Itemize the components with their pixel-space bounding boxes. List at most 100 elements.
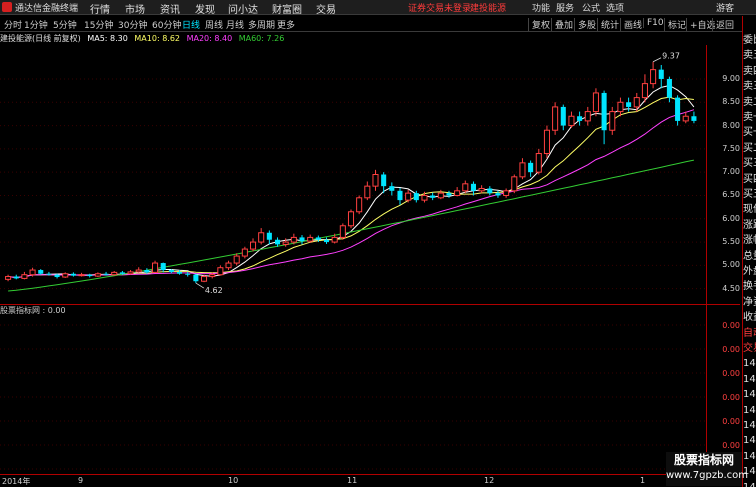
quote-field-label: 买四 (743, 173, 756, 185)
candle-body-down (266, 232, 272, 240)
period-multi[interactable]: 多周期 (248, 18, 275, 31)
login-status[interactable]: 证券交易未登录 (408, 1, 471, 14)
price-tick: 4.50 (722, 283, 740, 293)
low-price-label: 4.62 (205, 286, 223, 295)
ma60-label: MA60: 7.26 (238, 34, 285, 43)
menu-news[interactable]: 资讯 (160, 1, 180, 16)
candle-body-up (339, 225, 346, 238)
f10-button[interactable]: F10 (643, 18, 664, 28)
candle-body-down (430, 195, 436, 198)
period-15min[interactable]: 15分钟 (84, 18, 113, 31)
candle-body-up (454, 190, 461, 196)
ma10-label: MA10: 8.62 (134, 34, 181, 43)
candle-body-down (495, 193, 501, 196)
menu-formula[interactable]: 公式 (582, 1, 600, 14)
candle-body-up (503, 190, 510, 196)
price-tick: 8.00 (722, 120, 740, 130)
menu-market[interactable]: 市场 (125, 1, 145, 16)
menu-discover[interactable]: 发现 (195, 1, 215, 16)
candle-body-down (38, 270, 44, 274)
candle-body-down (323, 239, 330, 243)
candle-body-up (249, 241, 257, 250)
app-logo-icon (2, 2, 12, 12)
indicator-tick: 0.00 (722, 369, 740, 378)
candle-body-up (650, 69, 657, 85)
quote-field-label: 买二 (743, 142, 756, 154)
price-tick: 5.50 (722, 237, 740, 247)
period-day[interactable]: 日线 (182, 18, 200, 31)
candle-body-down (658, 69, 664, 79)
ma5-label: MA5: 8.30 (87, 34, 128, 43)
candle-body-up (462, 183, 469, 192)
candle-body-down (577, 116, 583, 121)
period-more[interactable]: 更多 (277, 18, 295, 31)
candle-body-up (217, 267, 224, 276)
quote-field-label: 卖四 (743, 65, 756, 77)
overlay-button[interactable]: 叠加 (551, 18, 573, 31)
candle-body-up (233, 255, 240, 264)
candlestick-chart[interactable]: 9.37 4.62 (0, 45, 706, 304)
quote-field-label: 14:5 (743, 481, 756, 487)
period-5min[interactable]: 5分钟 (53, 18, 77, 31)
broker-name: 建投能源 (470, 4, 507, 14)
back-button[interactable]: 返回 (712, 18, 734, 31)
candle-body-up (209, 274, 216, 278)
candle-body-up (111, 271, 118, 276)
candle-body-up (641, 83, 648, 99)
quote-field-label: 14:5 (743, 420, 756, 431)
menu-wealth-circle[interactable]: 财富圈 (272, 1, 302, 16)
multi-stock-button[interactable]: 多股 (574, 18, 596, 31)
watermark-url: www.7gpzb.com (666, 470, 748, 481)
candle-body-down (299, 237, 305, 242)
candle-body-down (103, 273, 109, 275)
mark-button[interactable]: 标记 (664, 18, 686, 31)
period-tick[interactable]: 分时 (4, 18, 22, 31)
candle-body-up (225, 262, 232, 269)
quote-field-label: 14:5 (743, 404, 756, 416)
quote-field-label: 涨幅 (743, 235, 756, 247)
period-month[interactable]: 月线 (226, 18, 244, 31)
quote-field-label: 买三 (743, 158, 756, 170)
menu-trade[interactable]: 交易 (316, 1, 336, 16)
period-60min[interactable]: 60分钟 (152, 18, 181, 31)
candle-body-up (356, 197, 363, 213)
candle-body-up (282, 241, 289, 245)
ma20-label: MA20: 8.40 (186, 34, 233, 43)
ma10-line (8, 96, 694, 279)
quote-field-label: 交易 (743, 343, 756, 354)
menu-function[interactable]: 功能 (532, 1, 550, 14)
high-price-label: 9.37 (662, 52, 680, 61)
candle-body-down (185, 273, 191, 275)
date-tick: 11 (347, 476, 358, 485)
candle-body-up (258, 232, 265, 243)
candle-body-up (633, 97, 640, 108)
quote-field-label: 14:5 (743, 373, 756, 385)
menu-service[interactable]: 服务 (556, 1, 574, 14)
stats-button[interactable]: 统计 (597, 18, 619, 31)
menu-ask-xiaoda[interactable]: 问小达 (228, 1, 258, 16)
quote-field-label: 委比 (743, 35, 756, 46)
quote-field-label: 总量 (743, 250, 756, 262)
candle-body-up (584, 111, 591, 122)
quote-field-label: 买五 (743, 189, 756, 200)
indicator-tick: 0.00 (722, 417, 740, 426)
candle-body-down (560, 106, 566, 126)
candle-body-up (364, 185, 371, 199)
guest-user[interactable]: 游客 (716, 1, 734, 14)
period-week[interactable]: 周线 (205, 18, 223, 31)
quote-field-label: 自动 (743, 327, 756, 339)
quote-field-label: 卖一 (743, 112, 756, 123)
app-title: 通达信金融终端 (15, 4, 79, 14)
candle-body-down (446, 193, 452, 196)
date-tick: 2014年 (2, 477, 31, 486)
menu-options[interactable]: 选项 (606, 1, 624, 14)
quote-field-label: 卖二 (743, 96, 756, 108)
period-30min[interactable]: 30分钟 (118, 18, 147, 31)
draw-line-button[interactable]: 画线 (620, 18, 642, 31)
candle-body-up (609, 111, 616, 131)
stock-name-label: 建投能源(日线 前复权) (0, 34, 81, 43)
period-1min[interactable]: 1分钟 (24, 18, 48, 31)
adjust-button[interactable]: 复权 (528, 18, 550, 31)
indicator-chart[interactable] (0, 317, 706, 473)
menu-quotes[interactable]: 行情 (90, 1, 110, 16)
